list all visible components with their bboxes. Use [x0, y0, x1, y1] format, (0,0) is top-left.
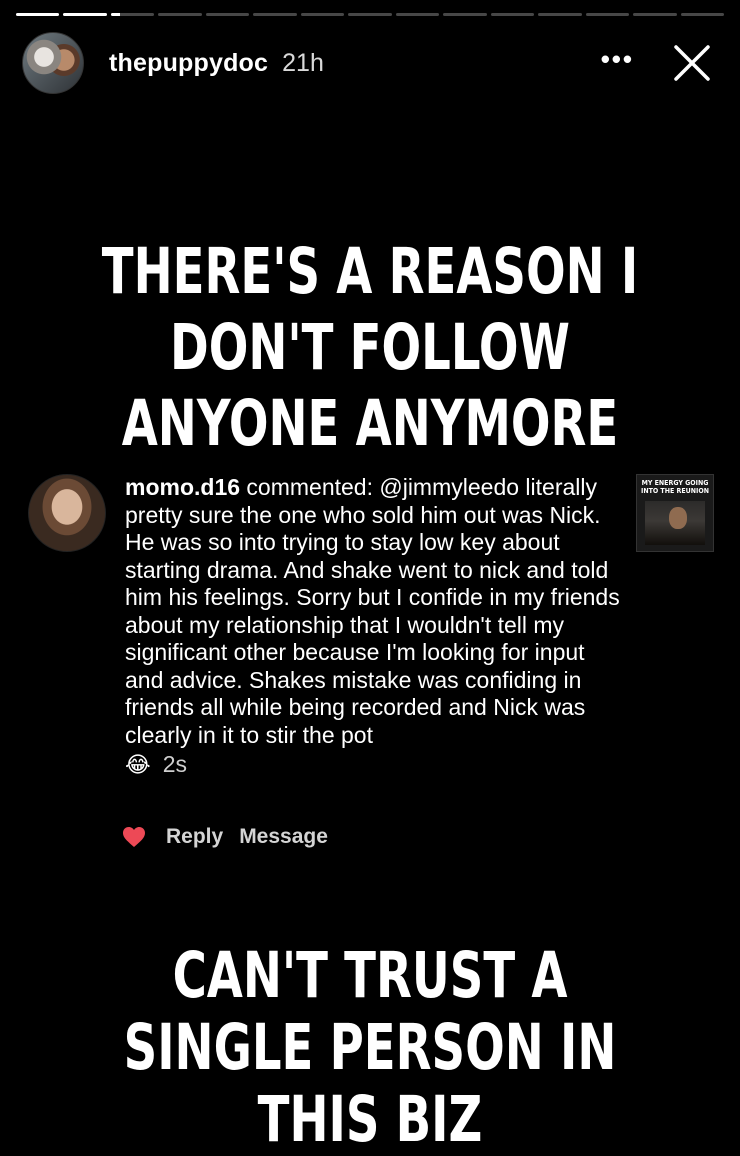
headline-bottom: CAN'T TRUST A SINGLE PERSON IN THIS BIZ	[123, 939, 617, 1156]
progress-segment	[680, 13, 725, 16]
progress-segment	[443, 13, 487, 16]
progress-segment	[253, 13, 297, 16]
progress-segment	[348, 13, 392, 16]
progress-segment	[395, 13, 440, 16]
progress-segment	[110, 13, 155, 16]
progress-segment	[585, 13, 630, 16]
post-time: 21h	[282, 48, 324, 77]
commenter-username[interactable]: momo.d16	[125, 474, 240, 500]
comment-text: commented: @jimmyleedo literally pretty …	[125, 474, 620, 748]
comment-actions: Reply Message	[122, 825, 328, 849]
headline-top: THERE'S A REASON I DON'T FOLLOW ANYONE A…	[101, 235, 639, 460]
commenter-avatar[interactable]	[28, 474, 106, 552]
more-options-icon[interactable]: •••	[601, 46, 634, 72]
heart-icon[interactable]	[122, 826, 146, 848]
progress-segment-fill	[110, 13, 120, 16]
thumbnail-image	[645, 501, 705, 545]
comment-meta: 😂 2s	[125, 751, 625, 779]
username[interactable]: thepuppydoc	[109, 49, 268, 78]
comment-body: momo.d16 commented: @jimmyleedo literall…	[125, 474, 625, 779]
progress-segment-fill	[16, 13, 60, 16]
thumbnail-caption: MY ENERGY GOING INTO THE REUNION	[640, 479, 709, 495]
progress-segment	[538, 13, 582, 16]
story-header: thepuppydoc 21h •••	[22, 32, 724, 94]
message-button[interactable]: Message	[239, 825, 328, 849]
post-thumbnail[interactable]: MY ENERGY GOING INTO THE REUNION	[636, 474, 714, 552]
story-progress-bar	[16, 13, 725, 17]
progress-segment	[490, 13, 535, 16]
reply-button[interactable]: Reply	[166, 825, 223, 849]
progress-segment	[16, 13, 60, 16]
profile-avatar[interactable]	[22, 32, 84, 94]
comment-time: 2s	[162, 751, 188, 777]
progress-segment	[205, 13, 250, 16]
progress-segment	[300, 13, 345, 16]
close-icon[interactable]	[670, 41, 714, 85]
progress-segment-fill	[63, 13, 107, 16]
progress-segment	[158, 13, 202, 16]
progress-segment	[63, 13, 107, 16]
laughing-emoji-icon: 😂	[125, 752, 151, 777]
progress-segment	[633, 13, 677, 16]
